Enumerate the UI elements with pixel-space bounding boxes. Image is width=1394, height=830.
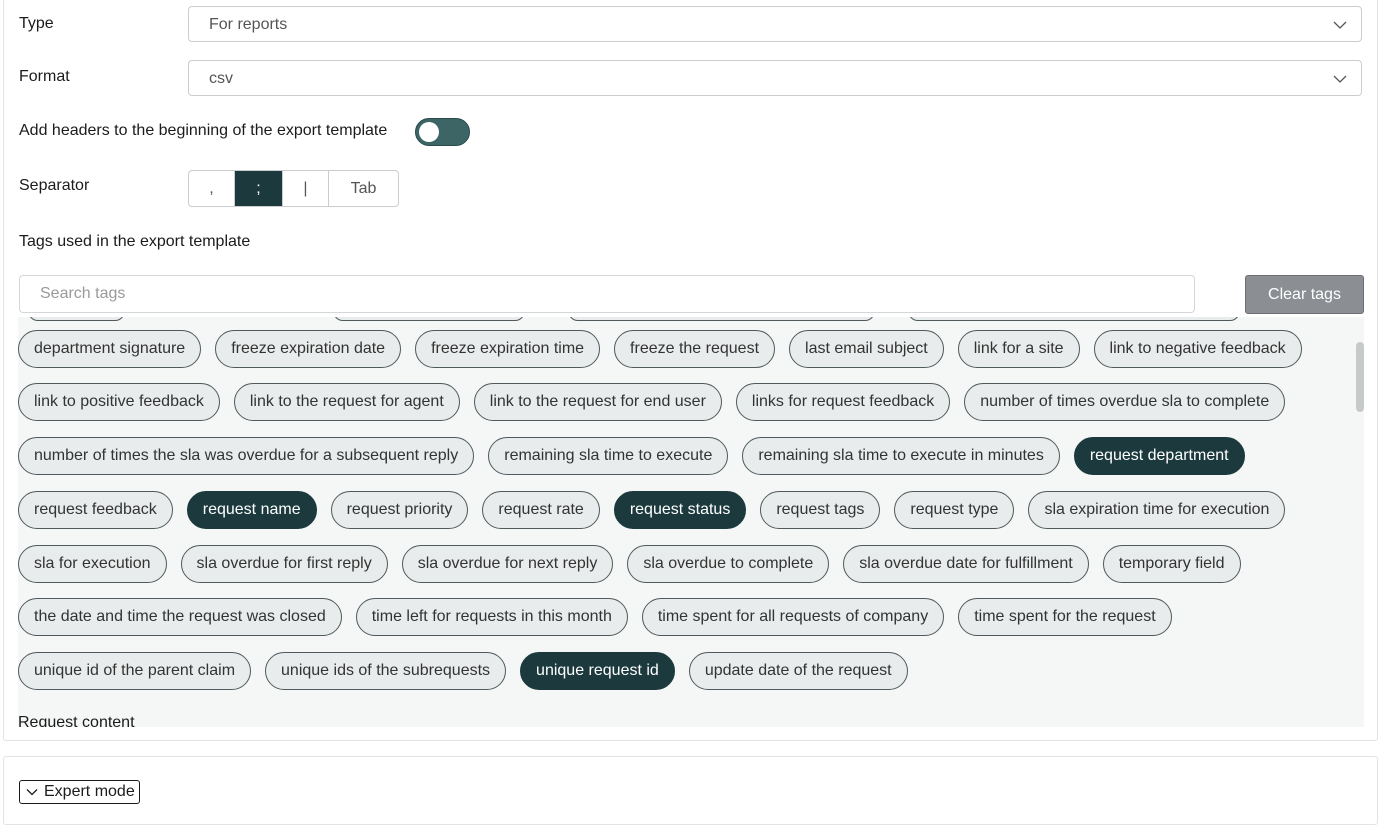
tag-row: department signature freeze expiration da… — [18, 330, 1302, 368]
tag-chip[interactable]: sla for execution — [18, 545, 167, 583]
tag-chip[interactable]: sla expiration time for execution — [1028, 491, 1286, 529]
tag-row: request feedback request name request prio… — [18, 491, 1286, 529]
tag-row: link to positive feedback link to the req… — [18, 383, 1286, 421]
type-select[interactable]: For reports — [188, 6, 1362, 42]
tag-chip[interactable]: link to negative feedback — [1093, 330, 1302, 368]
separator-label: Separator — [19, 177, 90, 194]
type-select-value: For reports — [209, 16, 288, 33]
tag-chip[interactable]: link to positive feedback — [18, 383, 220, 421]
separator-option-pipe[interactable]: | — [283, 171, 329, 206]
expert-mode-label: Expert mode — [44, 783, 135, 800]
tag-chip[interactable]: request tags — [760, 491, 881, 529]
tag-chip[interactable]: remaining sla time to execute in minutes — [742, 437, 1060, 475]
tag-chip[interactable]: request priority — [330, 491, 469, 529]
request-content-heading: Request content — [18, 714, 135, 727]
tag-chip[interactable]: link for a site — [957, 330, 1080, 368]
tag-chip[interactable]: request feedback — [18, 491, 173, 529]
tag-peek — [333, 317, 525, 321]
tag-chip[interactable]: time spent for the request — [958, 598, 1172, 636]
search-tags-input[interactable] — [19, 275, 1195, 313]
tag-chip[interactable]: request rate — [482, 491, 600, 529]
tag-chip[interactable]: sla overdue for first reply — [180, 545, 388, 583]
type-label: Type — [19, 15, 54, 32]
tag-chip[interactable]: link to the request for agent — [233, 383, 460, 421]
tag-chip[interactable]: last email subject — [789, 330, 944, 368]
tag-chip[interactable]: freeze expiration date — [215, 330, 402, 368]
tag-chip[interactable]: temporary field — [1102, 545, 1241, 583]
separator-option-comma[interactable]: , — [189, 171, 235, 206]
separator-option-tab[interactable]: Tab — [329, 171, 398, 206]
tag-chip[interactable]: unique request id — [520, 652, 675, 690]
separator-option-semicolon[interactable]: ; — [235, 171, 283, 206]
tag-peek — [908, 317, 1240, 321]
tag-chip[interactable]: request type — [894, 491, 1015, 529]
tag-chip[interactable]: freeze the request — [614, 330, 776, 368]
tag-chip[interactable]: links for request feedback — [735, 383, 951, 421]
tags-list: department signature freeze expiration da… — [18, 317, 1364, 727]
tag-chip[interactable]: time left for requests in this month — [355, 598, 628, 636]
tag-row: unique id of the parent claim unique ids … — [18, 652, 908, 690]
tag-chip[interactable]: department signature — [18, 330, 202, 368]
tag-peek — [568, 317, 875, 321]
tag-row: number of times the sla was overdue for … — [18, 437, 1245, 475]
tag-chip[interactable]: update date of the request — [688, 652, 908, 690]
tag-row: sla for execution sla overdue for first r… — [18, 545, 1241, 583]
tags-label: Tags used in the export template — [19, 233, 251, 250]
format-label: Format — [19, 68, 70, 85]
clear-tags-button[interactable]: Clear tags — [1245, 275, 1364, 314]
format-select-value: csv — [209, 70, 233, 87]
tag-row: the date and time the request was closed… — [18, 598, 1172, 636]
chevron-down-icon — [26, 789, 38, 796]
tag-chip[interactable]: sla overdue for next reply — [401, 545, 614, 583]
tag-chip[interactable]: freeze expiration time — [415, 330, 601, 368]
expert-mode-button[interactable]: Expert mode — [19, 780, 140, 804]
tag-chip[interactable]: link to the request for end user — [473, 383, 722, 421]
tag-chip[interactable]: remaining sla time to execute — [488, 437, 729, 475]
expert-mode-card: Expert mode — [3, 756, 1378, 825]
tag-chip[interactable]: unique id of the parent claim — [18, 652, 252, 690]
tag-chip[interactable]: number of times the sla was overdue for … — [18, 437, 475, 475]
tag-chip[interactable]: time spent for all requests of company — [641, 598, 945, 636]
tag-chip[interactable]: number of times overdue sla to complete — [964, 383, 1286, 421]
separator-segmented-control: , ; | Tab — [188, 170, 399, 207]
tag-chip[interactable]: request department — [1073, 437, 1245, 475]
tag-chip[interactable]: sla overdue date for fulfillment — [843, 545, 1089, 583]
format-select[interactable]: csv — [188, 60, 1362, 96]
tag-chip[interactable]: sla overdue to complete — [627, 545, 830, 583]
toggle-knob — [419, 122, 439, 142]
tag-chip[interactable]: request status — [613, 491, 747, 529]
export-settings-card: Type For reports Format csv Add headers … — [3, 0, 1378, 741]
tag-chip[interactable]: unique ids of the subrequests — [265, 652, 507, 690]
chevron-down-icon — [1333, 75, 1347, 83]
tags-scrollbar[interactable] — [1356, 342, 1364, 412]
tag-chip[interactable]: the date and time the request was closed — [18, 598, 342, 636]
chevron-down-icon — [1333, 21, 1347, 29]
headers-label: Add headers to the beginning of the expo… — [19, 122, 388, 139]
tag-chip[interactable]: request name — [186, 491, 317, 529]
headers-toggle[interactable] — [415, 118, 470, 146]
tag-peek — [28, 317, 125, 321]
